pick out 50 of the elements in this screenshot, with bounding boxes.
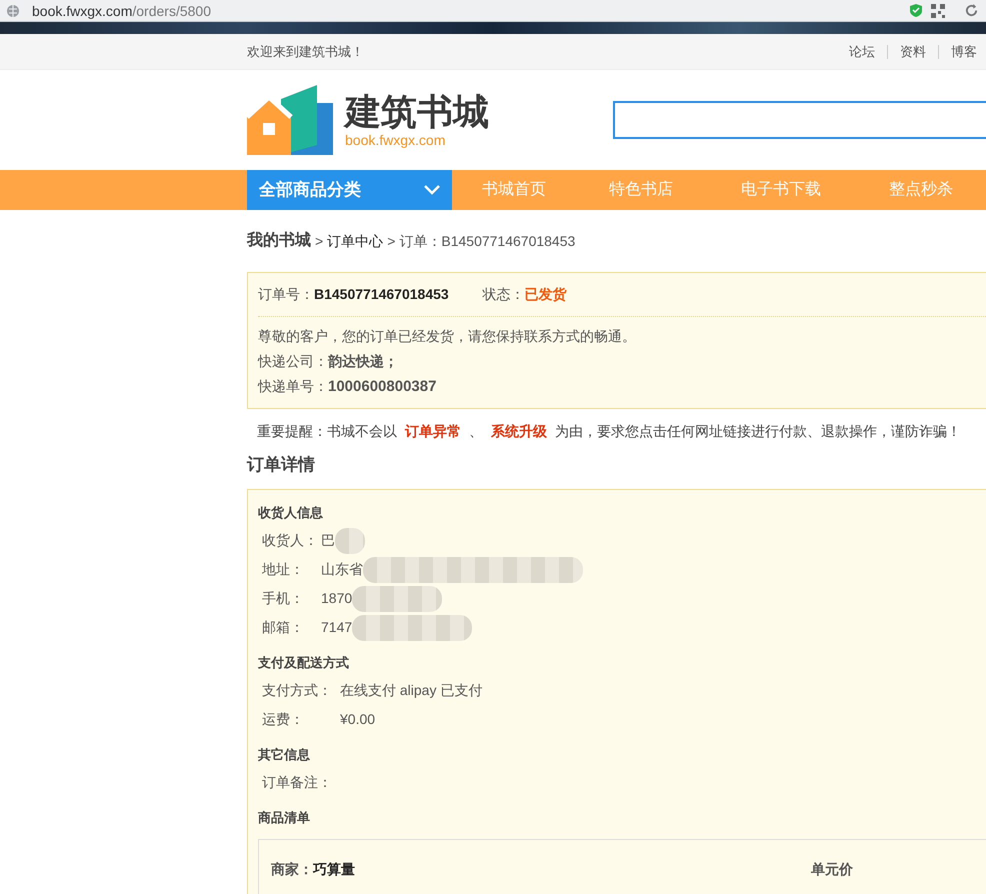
qr-code-icon[interactable] <box>931 4 945 18</box>
reload-icon[interactable] <box>965 4 978 17</box>
logo-url: book.fwxgx.com <box>345 132 446 148</box>
field-label: 收货人： <box>262 531 319 550</box>
courier-label: 快递公司： <box>258 352 328 371</box>
merchant-label: 商家： <box>271 860 313 878</box>
breadcrumb-separator: > <box>387 232 396 250</box>
field-value: 山东省 <box>321 560 363 579</box>
shipping-message: 尊敬的客户，您的订单已经发货，请您保持联系方式的畅通。 <box>258 327 637 346</box>
section-heading: 订单详情 <box>247 454 316 476</box>
status-value: 已发货 <box>524 285 567 304</box>
breadcrumb-link[interactable]: 订单中心 <box>327 230 384 252</box>
top-link[interactable]: 论坛 <box>837 44 887 58</box>
logo-icon <box>247 85 335 155</box>
section-title: 商品清单 <box>258 809 311 827</box>
address-field[interactable]: book.fwxgx.com/orders/5800 <box>32 4 211 18</box>
courier-name: 韵达快递； <box>328 352 398 371</box>
breadcrumb-separator: > <box>315 232 324 250</box>
tracking-number: 1000600800387 <box>328 377 436 396</box>
field-label: 支付方式： <box>262 681 333 700</box>
field-label: 订单备注： <box>262 773 332 792</box>
field-value: 在线支付 alipay 已支付 <box>340 681 482 700</box>
top-link[interactable]: 博客 <box>938 44 977 58</box>
logo-title: 建筑书城 <box>345 92 489 132</box>
breadcrumb-link[interactable]: 我的书城 <box>247 229 311 253</box>
tracking-label: 快递单号： <box>258 377 328 396</box>
field-value: 1870 <box>321 589 352 608</box>
fraud-warning: 重要提醒：书城不会以 订单异常 、 系统升级 为由，要求您点击任何网址链接进行付款、退款操作，谨防诈骗！ <box>256 422 962 440</box>
field-label: 邮箱： <box>262 618 305 637</box>
field-value: 7147 <box>321 618 352 637</box>
column-header: 单元价 <box>811 860 853 878</box>
top-link[interactable]: 资料 <box>887 44 938 58</box>
field-value: ¥0.00 <box>340 710 376 729</box>
order-number: B1450771467018453 <box>314 285 449 304</box>
field-value: 巴 <box>321 531 335 550</box>
section-title: 收货人信息 <box>258 504 324 522</box>
status-label: 状态： <box>482 285 525 304</box>
globe-icon <box>6 4 20 18</box>
chevron-down-icon <box>424 185 440 195</box>
shield-icon[interactable] <box>909 3 923 18</box>
search-field[interactable] <box>613 101 986 139</box>
section-title: 支付及配送方式 <box>258 654 350 672</box>
merchant-name: 巧算量 <box>313 860 355 878</box>
field-label: 地址： <box>262 560 305 579</box>
field-label: 运费： <box>262 710 305 729</box>
section-title: 其它信息 <box>258 746 311 764</box>
field-label: 手机： <box>262 589 305 608</box>
order-number-label: 订单号： <box>258 285 314 304</box>
welcome-text: 欢迎来到建筑书城！ <box>247 42 364 61</box>
breadcrumb-current: 订单：B1450771467018453 <box>399 232 576 250</box>
